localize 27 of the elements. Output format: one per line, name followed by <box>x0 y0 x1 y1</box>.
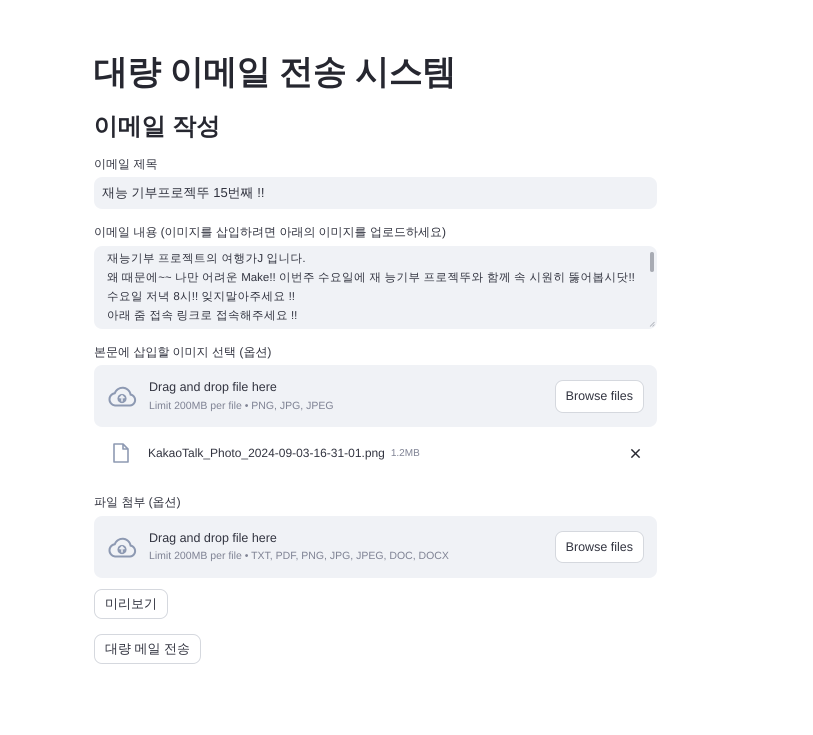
dropzone-instruction: Drag and drop file here <box>149 379 278 396</box>
field-label: 파일 첨부 (옵션) <box>94 495 181 511</box>
field-label: 이메일 제목 <box>94 156 158 172</box>
browse-files-button[interactable]: Browse files <box>554 380 644 412</box>
field-label: 이메일 내용 (이미지를 삽입하려면 아래의 이미지를 업로드하세요) <box>94 225 446 241</box>
message-textarea[interactable]: 재능기부 프로젝트의 여행가J 입니다. 왜 때문에~~ 나만 어려운 Make!! 이번주 수요일에 재 능기부 프로젝뚜와 함께 속 시원히 뚫어봅시닷!! 수요일 저녁 8시!! 잊지말아주세요 !! 아래 줌 접속 링크로 접속해주세요 !! <box>94 246 657 329</box>
dropzone-instruction: Drag and drop file here <box>149 530 278 546</box>
close-icon <box>630 448 641 459</box>
file-limit-text: Limit 200MB per file • TXT, PDF, PNG, JPG, JPEG, DOC, DOCX <box>149 550 449 564</box>
scrollbar-thumb[interactable] <box>650 252 654 272</box>
file-dropzone[interactable]: Drag and drop file here Limit 200MB per file • TXT, PDF, PNG, JPG, JPEG, DOC, DOCX Browse files <box>94 516 657 578</box>
resize-handle-icon <box>649 320 655 327</box>
browse-files-button[interactable]: Browse files <box>554 530 644 564</box>
file-icon <box>113 443 129 464</box>
field-label: 본문에 삽입할 이미지 선택 (옵션) <box>94 344 272 360</box>
subject-input[interactable]: 재능 기부프로젝뚜 15번째 !! <box>94 177 657 210</box>
section-heading: 이메일 작성 <box>94 112 222 142</box>
file-size: 1.2MB <box>390 446 420 461</box>
file-name: KakaoTalk_Photo_2024-09-03-16-31-01.png <box>148 445 385 462</box>
cloud-upload-icon <box>107 536 137 558</box>
page-title: 대량 이메일 전송 시스템 <box>94 52 457 93</box>
action-button[interactable]: 대량 메일 전송 <box>94 634 202 664</box>
file-limit-text: Limit 200MB per file • PNG, JPG, JPEG <box>149 400 334 414</box>
remove-file-button[interactable] <box>630 448 641 459</box>
action-button[interactable]: 미리보기 <box>94 588 168 620</box>
file-dropzone[interactable]: Drag and drop file here Limit 200MB per file • PNG, JPG, JPEG Browse files <box>94 365 657 428</box>
cloud-upload-icon <box>107 385 137 408</box>
